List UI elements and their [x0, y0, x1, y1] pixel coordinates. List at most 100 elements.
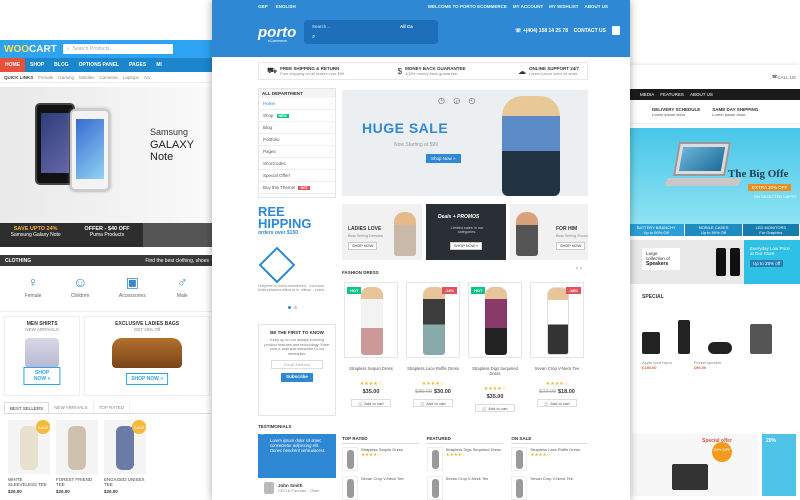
- list-item-name[interactable]: Sevan Crop V-Neck Tee: [446, 476, 489, 481]
- category-accessories[interactable]: ▣ Accessories: [119, 274, 146, 303]
- shop-now-button[interactable]: SHOP NOW: [348, 242, 378, 250]
- promo-item[interactable]: [142, 223, 214, 247]
- quick-link[interactable]: Mobiles: [79, 75, 95, 80]
- nav-about-us[interactable]: ABOUT US: [690, 92, 713, 97]
- search-icon[interactable]: ⌕: [312, 34, 315, 41]
- product-thumb[interactable]: [426, 447, 443, 471]
- product-name[interactable]: FOREST FRIEND TEE: [56, 477, 98, 487]
- product-card[interactable]: FOREST FRIEND TEE $20.00: [56, 420, 98, 494]
- pct-promo[interactable]: 20%: [762, 434, 796, 496]
- nav-more[interactable]: MI: [151, 58, 167, 72]
- product-card[interactable]: HOT Strapless Sequin Dress ★★★★☆ $35.00 …: [344, 282, 398, 422]
- product-image[interactable]: [642, 332, 660, 354]
- woocart-search-input[interactable]: ⌕ Search Products...: [62, 44, 173, 54]
- product-name[interactable]: Strapless Lace Ruffle Dress: [406, 366, 460, 371]
- product-image[interactable]: HOT: [344, 282, 398, 358]
- search-input[interactable]: Search...: [312, 24, 330, 29]
- tile-ladies-bags[interactable]: EXCLUSIVE LADIES BAGS GET 20% Off SHOP N…: [84, 316, 210, 396]
- laptop-hero-banner[interactable]: The Big Offe EXTRA 20% OFF ON SELECTED L…: [628, 128, 800, 224]
- carousel-dot[interactable]: [294, 306, 297, 309]
- product-image[interactable]: HOT: [468, 282, 522, 358]
- shop-now-button[interactable]: SHOP NOW »: [23, 367, 61, 385]
- product-name[interactable]: Strapless Digs Sequined Dress: [468, 366, 522, 376]
- product-thumb[interactable]: [511, 476, 528, 500]
- huge-sale-banner[interactable]: ◷ ◶ ◴ HUGE SALE Now Starting at $99 Shop…: [342, 90, 588, 196]
- woocart-logo[interactable]: WOOCART: [4, 44, 57, 55]
- list-item[interactable]: Sevan Crop V-Neck Tee: [426, 476, 504, 500]
- list-item-name[interactable]: Sevan Crop V-Neck Tee: [361, 476, 404, 481]
- category-female[interactable]: ♀ Female: [25, 274, 42, 303]
- quick-link[interactable]: Female: [38, 75, 53, 80]
- product-card[interactable]: -18% Sevan Crop V-Neck Tee ★★★★☆ $22.00 $…: [530, 282, 584, 422]
- low-price-promo[interactable]: Everyday Low Price at Our Store Up to 25…: [744, 240, 800, 284]
- list-item[interactable]: Strapless Digs Sequined Dress ★★★★☆: [426, 447, 504, 471]
- product-image[interactable]: -14%: [406, 282, 460, 358]
- nav-pages[interactable]: PAGES: [124, 58, 151, 72]
- add-to-cart-button[interactable]: 🛒 Add to cart: [537, 399, 577, 407]
- language-select[interactable]: ENGLISH: [276, 4, 296, 9]
- product-name[interactable]: Strapless Sequin Dress: [344, 366, 398, 371]
- nav-home[interactable]: HOME: [0, 58, 25, 72]
- currency-select[interactable]: GBP: [258, 4, 268, 9]
- my-account-link[interactable]: MY ACCOUNT: [513, 4, 543, 9]
- product-image[interactable]: [678, 320, 690, 354]
- carousel-dot[interactable]: [288, 306, 291, 309]
- nav-features[interactable]: FEATURES: [660, 92, 684, 97]
- deals-promos-banner[interactable]: Deals + PROMOS Limited sales in our cate…: [426, 204, 506, 260]
- menu-item-pages[interactable]: Pages ›: [259, 146, 335, 158]
- category-children[interactable]: ☺ Children: [71, 274, 90, 303]
- list-item-name[interactable]: Sevan Crop V-Neck Tee: [530, 476, 573, 481]
- about-us-link[interactable]: ABOUT US: [585, 4, 609, 9]
- tab-new-arrivals[interactable]: NEW ARRIVALS: [49, 402, 94, 413]
- ladies-love-banner[interactable]: LADIES LOVE Best Selling Dresses SHOP NO…: [342, 204, 422, 260]
- product-name[interactable]: WHITE SLEEVELESS TEE: [8, 477, 50, 487]
- free-shipping-banner[interactable]: REE HIPPING orders over $150 Hollyethe m…: [258, 205, 336, 318]
- nav-media[interactable]: MEDIA: [640, 92, 654, 97]
- contact-us-link[interactable]: CONTACT US: [574, 28, 606, 34]
- shop-now-button[interactable]: SHOP NOW: [556, 242, 586, 250]
- add-to-cart-button[interactable]: 🛒 Add to cart: [475, 404, 515, 412]
- product-thumb[interactable]: [342, 476, 358, 500]
- product-image[interactable]: [708, 342, 732, 354]
- menu-item-buy-theme[interactable]: Buy this Theme! HOT: [259, 182, 335, 194]
- shop-now-button[interactable]: SHOP NOW »: [126, 373, 169, 385]
- nav-shop[interactable]: SHOP: [25, 58, 49, 72]
- menu-item-blog[interactable]: Blog ›: [259, 122, 335, 134]
- menu-item-special-offer[interactable]: Special Offer!: [259, 170, 335, 182]
- cart-icon[interactable]: [612, 26, 620, 35]
- porto-logo[interactable]: porto eCommerce: [258, 24, 296, 43]
- product-image[interactable]: [750, 324, 772, 354]
- menu-item-home[interactable]: Home ›: [259, 98, 335, 110]
- quick-link[interactable]: Cameras: [100, 75, 118, 80]
- product-card[interactable]: SALE WHITE SLEEVELESS TEE $20.00: [8, 420, 50, 494]
- list-item[interactable]: Sevan Crop V-Neck Tee: [511, 476, 588, 500]
- menu-item-shortcodes[interactable]: Shortcodes: [259, 158, 335, 170]
- quick-link[interactable]: Laptops: [123, 75, 139, 80]
- samsung-banner[interactable]: Samsung GALAXY Note: [0, 87, 214, 223]
- shop-now-button[interactable]: SHOP NOW »: [450, 242, 483, 250]
- add-to-cart-button[interactable]: 🛒 Add to cart: [351, 399, 391, 407]
- quick-link[interactable]: Acc: [144, 75, 152, 80]
- tab-best-sellers[interactable]: BEST SELLERS: [4, 402, 50, 413]
- category-male[interactable]: ♂ Male: [175, 274, 189, 303]
- promo-item[interactable]: SAVE UPTO 24% Samsung Galaxy Note: [0, 223, 72, 247]
- email-field[interactable]: Email Address: [271, 360, 323, 370]
- search-category-select[interactable]: All Ca: [400, 24, 413, 29]
- product-image[interactable]: [56, 420, 98, 474]
- quick-link[interactable]: Gaming: [58, 75, 74, 80]
- product-card[interactable]: -14% Strapless Lace Ruffle Dress ★★★★☆ $…: [406, 282, 460, 422]
- product-thumb[interactable]: [511, 447, 528, 471]
- shop-now-button[interactable]: Shop Now »: [426, 154, 461, 163]
- printer-promo[interactable]: Special offer 20% OFF: [632, 434, 758, 496]
- product-thumb[interactable]: [426, 476, 443, 500]
- speakers-promo[interactable]: Large collection of Speakers: [628, 240, 744, 284]
- strip-item[interactable]: MOBILE CASES Up to 50% Off: [685, 224, 743, 236]
- for-him-banner[interactable]: FOR HIM Best Selling Shoes SHOP NOW: [510, 204, 588, 260]
- list-item[interactable]: Strapless Lace Ruffle Dress ★★★★☆: [511, 447, 588, 471]
- list-item[interactable]: Sevan Crop V-Neck Tee: [342, 476, 419, 500]
- chevron-right-icon[interactable]: ›: [580, 266, 584, 272]
- subscribe-button[interactable]: Subscribe: [281, 373, 313, 383]
- promo-item[interactable]: OFFER - $40 OFF Puma Products: [71, 223, 143, 247]
- nav-options-panel[interactable]: OPTIONS PANEL: [74, 58, 124, 72]
- strip-item[interactable]: LED MONITORS For Graphics: [742, 224, 800, 236]
